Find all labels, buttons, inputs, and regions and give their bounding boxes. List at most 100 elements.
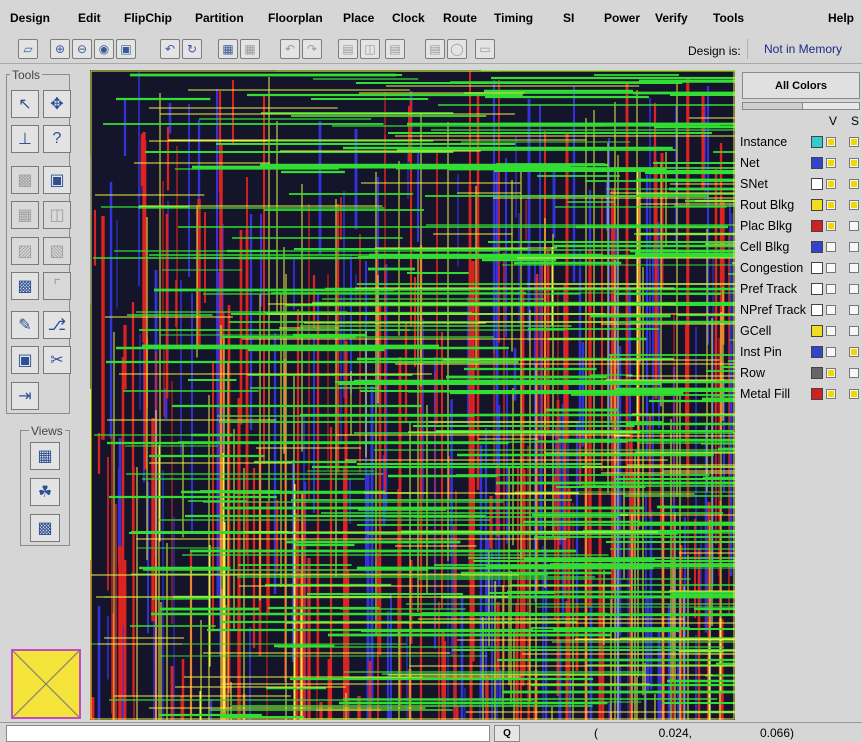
refresh-icon[interactable]: ↻ <box>182 39 202 59</box>
layer-selectable-checkbox[interactable] <box>849 347 859 357</box>
layer-row[interactable]: Cell Blkg <box>738 237 862 258</box>
layer-color-swatch[interactable] <box>811 283 823 295</box>
layer-color-swatch[interactable] <box>811 325 823 337</box>
layout-icon[interactable]: ▦ <box>218 39 238 59</box>
layer-selectable-checkbox[interactable] <box>849 284 859 294</box>
dense-grid-icon[interactable]: ▩ <box>11 272 39 300</box>
menu-design[interactable]: Design <box>10 11 50 25</box>
select-icon[interactable]: ▱ <box>18 39 38 59</box>
macro-edit-icon[interactable]: ▧ <box>43 237 71 265</box>
macro-icon[interactable]: ▨ <box>11 237 39 265</box>
block-icon[interactable]: ▣ <box>43 166 71 194</box>
layout-canvas[interactable] <box>90 70 735 720</box>
layer-row[interactable]: Congestion <box>738 258 862 279</box>
layer-row[interactable]: Rout Blkg <box>738 195 862 216</box>
menu-tools[interactable]: Tools <box>713 11 744 25</box>
layer-visible-checkbox[interactable] <box>826 242 836 252</box>
menu-flipchip[interactable]: FlipChip <box>124 11 172 25</box>
layer-color-swatch[interactable] <box>811 178 823 190</box>
layer-color-swatch[interactable] <box>811 199 823 211</box>
layer-visible-checkbox[interactable] <box>826 389 836 399</box>
layer-visible-checkbox[interactable] <box>826 137 836 147</box>
layer-color-swatch[interactable] <box>811 241 823 253</box>
layer-color-swatch[interactable] <box>811 388 823 400</box>
menu-route[interactable]: Route <box>443 11 477 25</box>
layer-row[interactable]: Net <box>738 153 862 174</box>
document-icon[interactable]: ▤ <box>385 39 405 59</box>
report-icon[interactable]: ▤ <box>338 39 358 59</box>
menu-clock[interactable]: Clock <box>392 11 425 25</box>
layer-row[interactable]: Row <box>738 363 862 384</box>
layer-visible-checkbox[interactable] <box>826 263 836 273</box>
zoom-in-icon[interactable]: ⊕ <box>50 39 70 59</box>
layer-row[interactable]: Plac Blkg <box>738 216 862 237</box>
menu-floorplan[interactable]: Floorplan <box>268 11 323 25</box>
menu-verify[interactable]: Verify <box>655 11 688 25</box>
layer-slider-thumb[interactable] <box>743 103 803 109</box>
physical-view-icon[interactable]: ▩ <box>30 514 60 542</box>
ruler-icon[interactable]: ▭ <box>475 39 495 59</box>
layer-slider[interactable] <box>742 102 860 110</box>
layer-visible-checkbox[interactable] <box>826 158 836 168</box>
layer-selectable-checkbox[interactable] <box>849 221 859 231</box>
layer-color-swatch[interactable] <box>811 367 823 379</box>
layer-selectable-checkbox[interactable] <box>849 179 859 189</box>
layer-selectable-checkbox[interactable] <box>849 326 859 336</box>
pen-icon[interactable]: ✎ <box>11 311 39 339</box>
camera-icon[interactable]: ◯ <box>447 39 467 59</box>
move-icon[interactable]: ✥ <box>43 90 71 118</box>
layer-color-swatch[interactable] <box>811 262 823 274</box>
menu-place[interactable]: Place <box>343 11 374 25</box>
layer-visible-checkbox[interactable] <box>826 347 836 357</box>
layer-selectable-checkbox[interactable] <box>849 368 859 378</box>
layer-row[interactable]: Instance <box>738 132 862 153</box>
ruler-icon[interactable]: ⊥ <box>11 125 39 153</box>
select-arrow-icon[interactable]: ↖ <box>11 90 39 118</box>
menu-power[interactable]: Power <box>604 11 640 25</box>
layer-selectable-checkbox[interactable] <box>849 158 859 168</box>
zoom-fit-icon[interactable]: ◉ <box>94 39 114 59</box>
redo-icon[interactable]: ↷ <box>302 39 322 59</box>
menu-help[interactable]: Help <box>828 11 854 25</box>
layer-selectable-checkbox[interactable] <box>849 263 859 273</box>
layer-selectable-checkbox[interactable] <box>849 305 859 315</box>
menu-timing[interactable]: Timing <box>494 11 533 25</box>
layer-selectable-checkbox[interactable] <box>849 137 859 147</box>
layer-visible-checkbox[interactable] <box>826 326 836 336</box>
layer-color-swatch[interactable] <box>811 136 823 148</box>
layout-alt-icon[interactable]: ▦ <box>240 39 260 59</box>
zoom-previous-icon[interactable]: ↶ <box>160 39 180 59</box>
zoom-out-icon[interactable]: ⊖ <box>72 39 92 59</box>
layer-selectable-checkbox[interactable] <box>849 242 859 252</box>
menu-edit[interactable]: Edit <box>78 11 101 25</box>
layer-visible-checkbox[interactable] <box>826 368 836 378</box>
cut-icon[interactable]: ✂ <box>43 346 71 374</box>
layer-row[interactable]: Inst Pin <box>738 342 862 363</box>
layer-selectable-checkbox[interactable] <box>849 389 859 399</box>
floorplan-grid-icon[interactable]: ▩ <box>11 166 39 194</box>
layer-row[interactable]: GCell <box>738 321 862 342</box>
layer-color-swatch[interactable] <box>811 346 823 358</box>
wire-icon[interactable]: ⎇ <box>43 311 71 339</box>
layer-row[interactable]: Pref Track <box>738 279 862 300</box>
layer-visible-checkbox[interactable] <box>826 305 836 315</box>
corner-icon[interactable]: ⌜ <box>43 272 71 300</box>
place-icon[interactable]: ▣ <box>11 346 39 374</box>
layer-row[interactable]: Metal Fill <box>738 384 862 405</box>
zoom-selected-icon[interactable]: ▣ <box>116 39 136 59</box>
all-colors-button[interactable]: All Colors <box>742 72 860 99</box>
menu-partition[interactable]: Partition <box>195 11 244 25</box>
layer-color-swatch[interactable] <box>811 157 823 169</box>
layer-visible-checkbox[interactable] <box>826 221 836 231</box>
layer-visible-checkbox[interactable] <box>826 200 836 210</box>
query-button[interactable]: Q <box>494 725 520 742</box>
split-icon[interactable]: ◫ <box>43 201 71 229</box>
layer-selectable-checkbox[interactable] <box>849 200 859 210</box>
layer-visible-checkbox[interactable] <box>826 284 836 294</box>
question-icon[interactable]: ? <box>43 125 71 153</box>
design-overview-thumbnail[interactable] <box>11 649 81 719</box>
amoeba-view-icon[interactable]: ☘ <box>30 478 60 506</box>
layer-row[interactable]: SNet <box>738 174 862 195</box>
menu-si[interactable]: SI <box>563 11 574 25</box>
layer-visible-checkbox[interactable] <box>826 179 836 189</box>
